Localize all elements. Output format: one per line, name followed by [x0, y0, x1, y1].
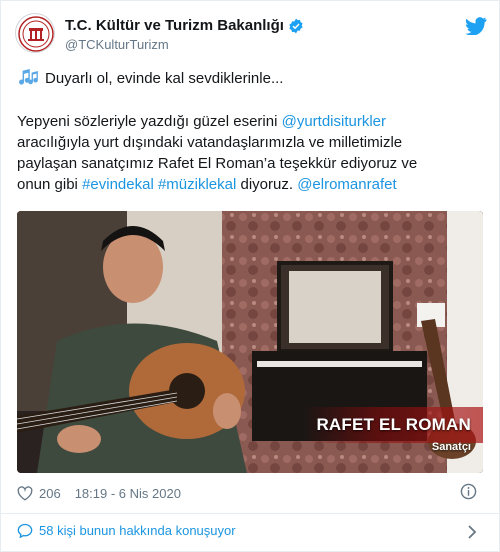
- info-icon[interactable]: [460, 483, 477, 500]
- display-name[interactable]: T.C. Kültür ve Turizm Bakanlığı: [65, 17, 284, 34]
- mention-link-yurtdisiturkler[interactable]: @yurtdisiturkler: [282, 113, 386, 130]
- verified-badge-icon: [289, 18, 303, 33]
- tweet-first-line: Duyarlı ol, evinde kal sevdiklerinle...: [17, 69, 283, 87]
- speech-bubble-icon: [17, 523, 33, 538]
- like-count[interactable]: 206: [39, 486, 61, 501]
- hashtag-link-evindekal[interactable]: #evindekal: [82, 176, 154, 193]
- tweet-body-line-3: paylaşan sanatçımız Rafet El Roman’a teş…: [17, 155, 418, 172]
- tweet-timestamp[interactable]: 18:19 - 6 Nis 2020: [75, 486, 181, 501]
- conversation-text[interactable]: 58 kişi bunun hakkında konuşuyor: [39, 523, 236, 538]
- tweet-meta-row: 206 18:19 - 6 Nis 2020: [17, 483, 181, 503]
- tweet-body-line-4: onun gibi #evindekal #müziklekal diyoruz…: [17, 174, 477, 195]
- hashtag-link-muziklekal[interactable]: #müziklekal: [158, 176, 236, 193]
- heart-icon[interactable]: [17, 485, 33, 501]
- tweet-video[interactable]: RAFET EL ROMAN Sanatçı: [17, 211, 483, 473]
- mention-link-elromanrafet[interactable]: @elromanrafet: [297, 176, 396, 193]
- video-overlay-role: Sanatçı: [431, 441, 471, 453]
- body-text-segment: Yepyeni sözleriyle yazdığı güzel eserini: [17, 113, 282, 130]
- footer-divider: [1, 513, 500, 514]
- tweet-body: Yepyeni sözleriyle yazdığı güzel eserini…: [17, 111, 477, 195]
- account-handle[interactable]: @TCKulturTurizm: [65, 37, 169, 52]
- tweet-body-line-1: Yepyeni sözleriyle yazdığı güzel eserini…: [17, 111, 477, 132]
- ministry-logo-icon[interactable]: [15, 13, 55, 53]
- conversation-link[interactable]: 58 kişi bunun hakkında konuşuyor: [17, 523, 236, 538]
- music-notes-icon: [19, 69, 38, 85]
- body-text-segment: diyoruz.: [236, 176, 298, 193]
- chevron-right-icon[interactable]: [467, 525, 477, 539]
- tweet-body-line-2: aracılığıyla yurt dışındaki vatandaşları…: [17, 134, 403, 151]
- video-overlay-name: RAFET EL ROMAN: [316, 415, 471, 434]
- tweet-intro-text: Duyarlı ol, evinde kal sevdiklerinle...: [45, 69, 284, 87]
- twitter-bird-icon[interactable]: [465, 17, 487, 35]
- body-text-segment: onun gibi: [17, 176, 83, 193]
- tweet-header: T.C. Kültür ve Turizm Bakanlığı @TCKultu…: [15, 11, 487, 59]
- tweet-card: T.C. Kültür ve Turizm Bakanlığı @TCKultu…: [0, 0, 500, 552]
- name-row: T.C. Kültür ve Turizm Bakanlığı: [65, 17, 304, 34]
